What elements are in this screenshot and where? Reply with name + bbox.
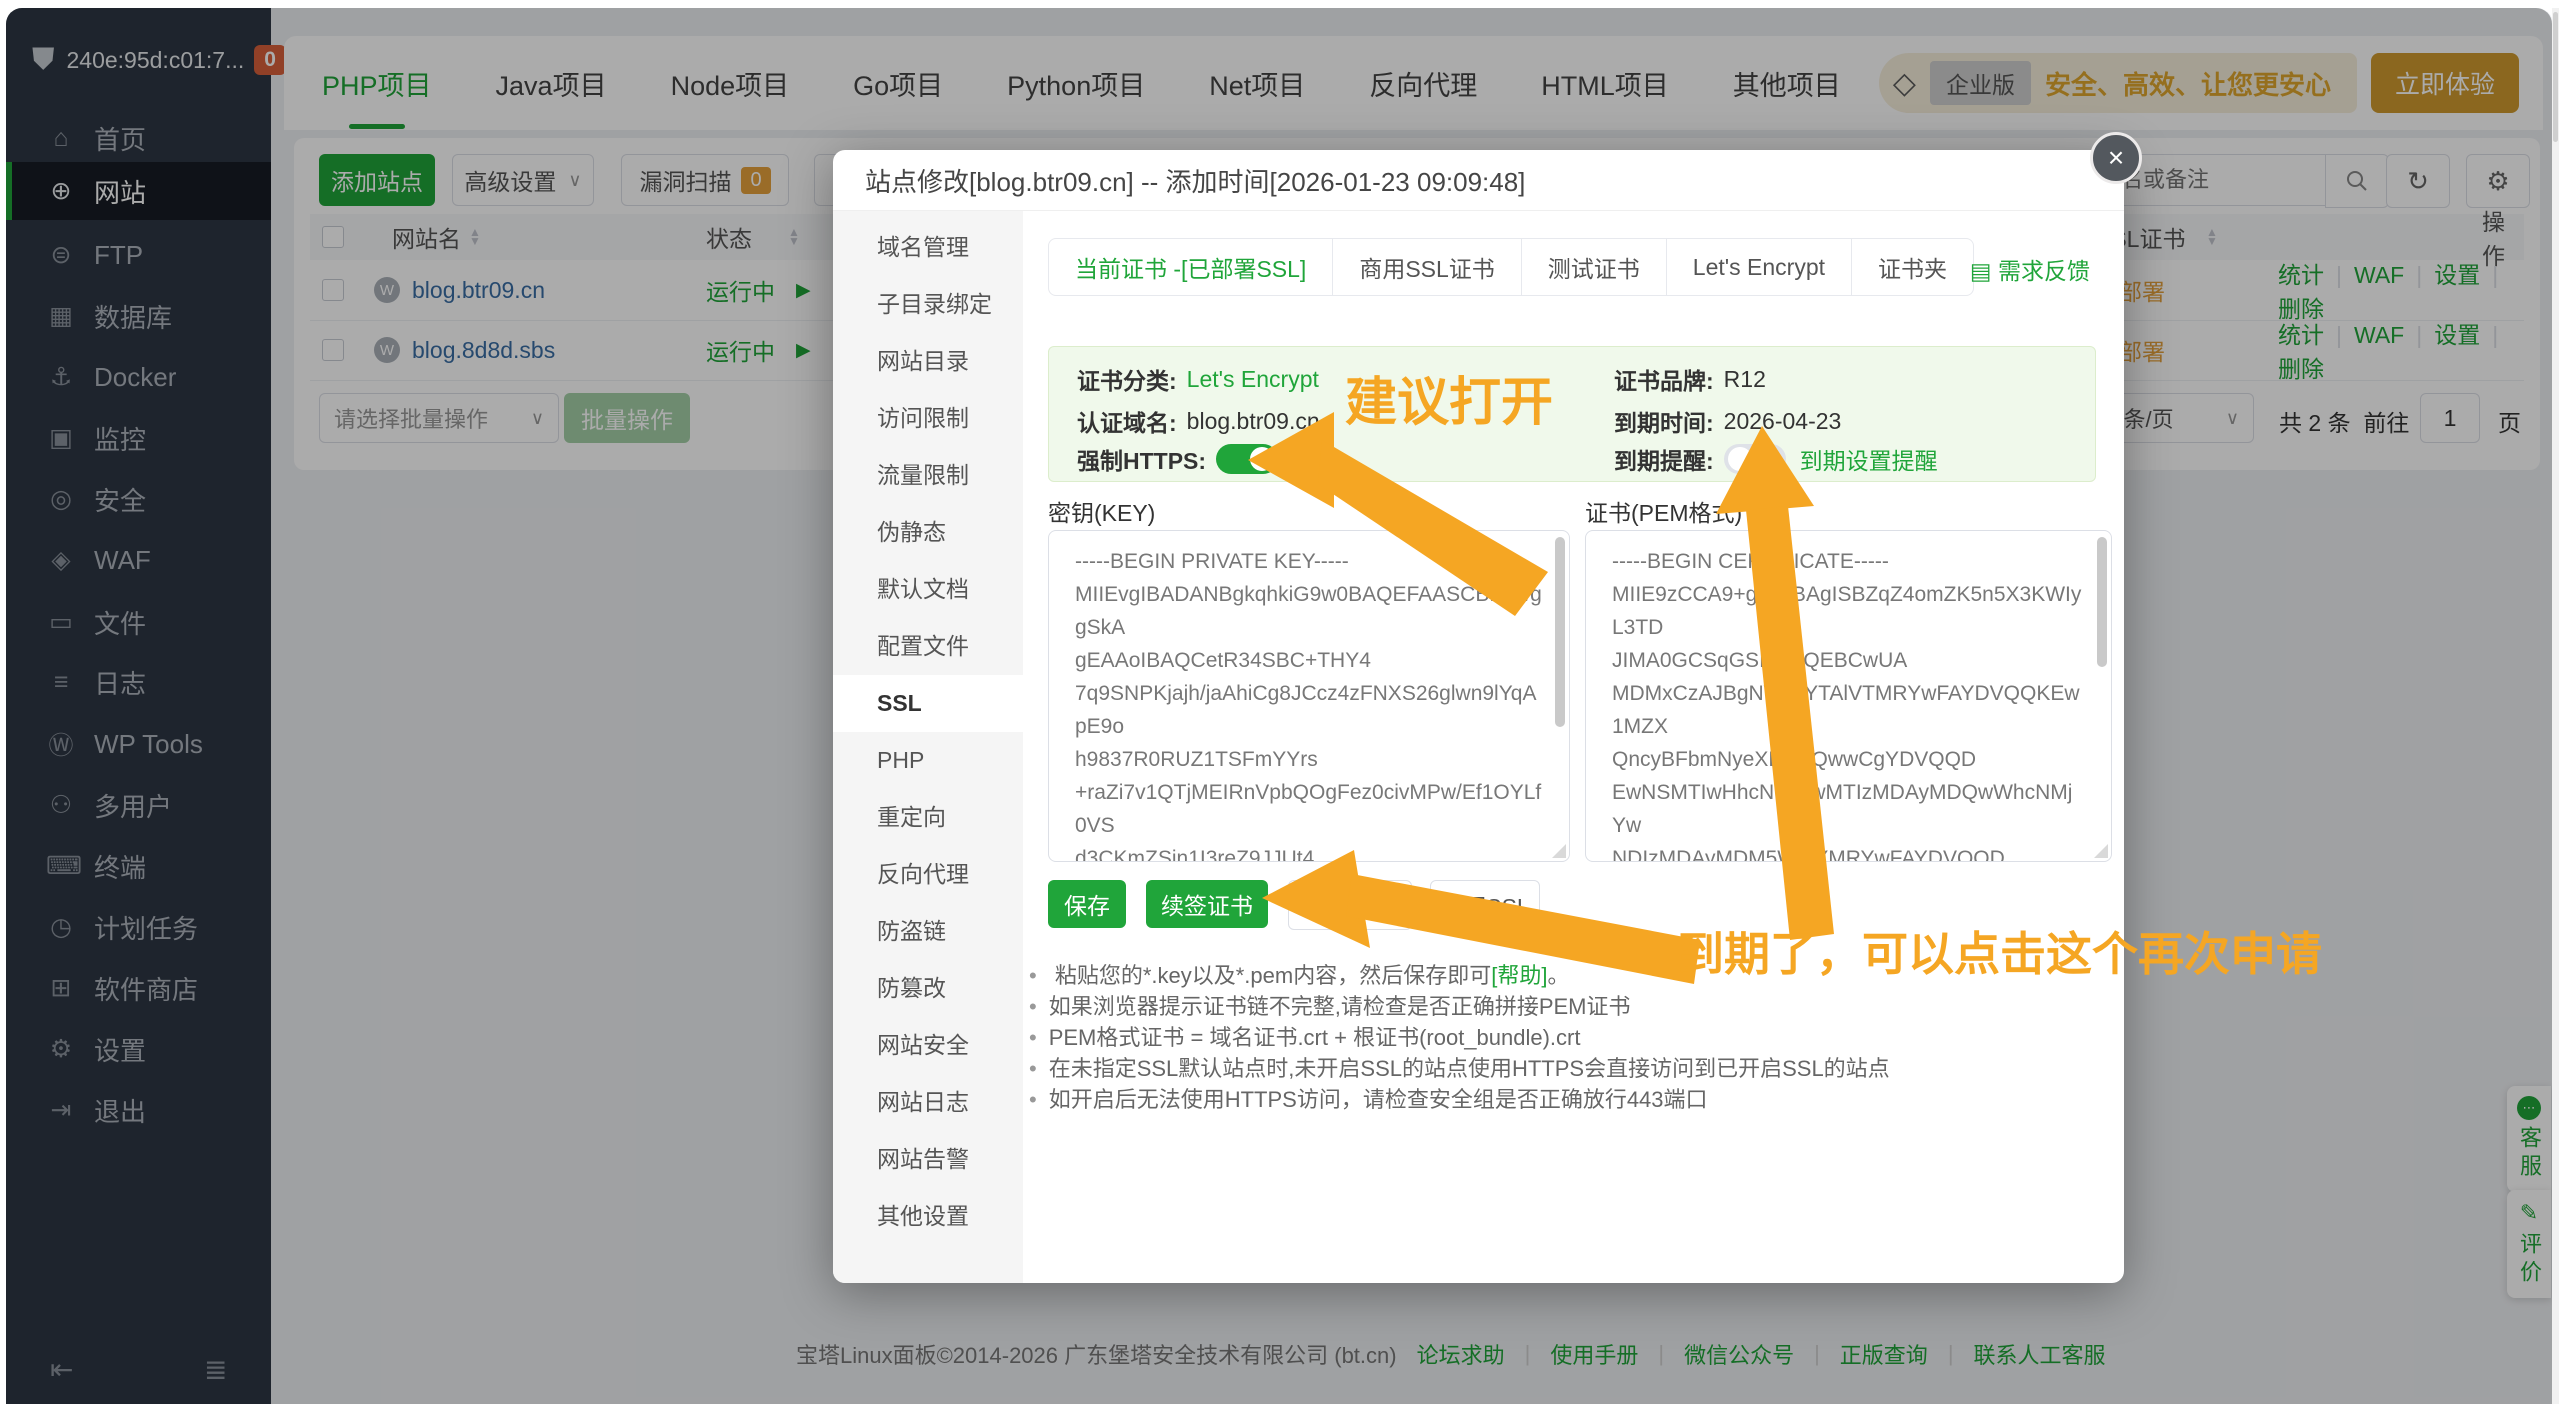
cert-category-label: 证书分类: <box>1077 362 1177 396</box>
modal-nav: 域名管理 子目录绑定 网站目录 访问限制 流量限制 伪静态 默认文档 配置文件 … <box>833 211 1023 1283</box>
modal-nav-default-doc[interactable]: 默认文档 <box>833 561 1023 618</box>
toggle-knob <box>1728 447 1752 471</box>
key-label: 密钥(KEY) <box>1048 494 1155 528</box>
uninstall-cert-button[interactable]: 卸载证书 <box>1288 880 1412 930</box>
toggle-knob <box>1250 447 1274 471</box>
modal-nav-tamper-proof[interactable]: 防篡改 <box>833 960 1023 1017</box>
modal-nav-domain[interactable]: 域名管理 <box>833 219 1023 276</box>
tip-paste-key: 粘贴您的*.key以及*.pem内容，然后保存即可[帮助]。 <box>1029 958 1569 990</box>
modal-nav-ssl[interactable]: SSL <box>833 675 1023 732</box>
resize-grip[interactable] <box>2094 844 2108 858</box>
renew-cert-button[interactable]: 续签证书 <box>1146 880 1268 928</box>
tab-current-cert[interactable]: 当前证书 -[已部署SSL] <box>1048 238 1333 296</box>
cert-expire-value: 2026-04-23 <box>1724 408 1842 435</box>
pem-textarea-wrap: -----BEGIN CERTIFICATE----- MIIE9zCCA9+g… <box>1585 530 2112 862</box>
pem-textarea[interactable]: -----BEGIN CERTIFICATE----- MIIE9zCCA9+g… <box>1586 531 2111 861</box>
modal-nav-config[interactable]: 配置文件 <box>833 618 1023 675</box>
textarea-scrollbar[interactable] <box>2097 537 2107 667</box>
help-link[interactable]: [帮助] <box>1491 963 1547 988</box>
modal-nav-redirect[interactable]: 重定向 <box>833 789 1023 846</box>
tip-default-site: 在未指定SSL默认站点时,未开启SSL的站点使用HTTPS会直接访问到已开启SS… <box>1029 1051 1890 1083</box>
cert-expire-row: 到期时间: 2026-04-23 <box>1614 405 1841 437</box>
expire-remind-toggle[interactable] <box>1724 444 1786 474</box>
key-textarea-wrap: -----BEGIN PRIVATE KEY----- MIIEvgIBADAN… <box>1048 530 1570 862</box>
modal-nav-rewrite[interactable]: 伪静态 <box>833 504 1023 561</box>
cert-brand-row: 证书品牌: R12 <box>1614 363 1766 395</box>
cert-brand-label: 证书品牌: <box>1614 362 1714 396</box>
cert-expire-label: 到期时间: <box>1614 404 1714 438</box>
tab-test-cert[interactable]: 测试证书 <box>1521 238 1667 296</box>
modal-nav-sitedir[interactable]: 网站目录 <box>833 333 1023 390</box>
resize-grip[interactable] <box>1552 844 1566 858</box>
cert-category-value: Let's Encrypt <box>1187 366 1319 393</box>
ssl-tab-bar: 当前证书 -[已部署SSL] 商用SSL证书 测试证书 Let's Encryp… <box>1048 238 1974 296</box>
screen: ⛊ 240e:95d:c01:7... 0 ⌂ 首页 ⊕ 网站 ⊜ FTP ▦ … <box>0 0 2559 1404</box>
expire-remind-link[interactable]: 到期设置提醒 <box>1800 442 1938 476</box>
feedback-label: 需求反馈 <box>1998 258 2090 284</box>
expire-remind-row: 到期提醒: 到期设置提醒 <box>1614 443 1938 475</box>
modal-title-bar: 站点修改[blog.btr09.cn] -- 添加时间[2026-01-23 0… <box>833 150 2124 211</box>
modal-nav-access-limit[interactable]: 访问限制 <box>833 390 1023 447</box>
cert-brand-value: R12 <box>1724 366 1766 393</box>
modal-nav-php[interactable]: PHP <box>833 732 1023 789</box>
tip-pem-format: PEM格式证书 = 域名证书.crt + 根证书(root_bundle).cr… <box>1029 1020 1581 1052</box>
tab-commercial-ssl[interactable]: 商用SSL证书 <box>1332 238 1521 296</box>
feedback-link[interactable]: ▤ 需求反馈 <box>1970 252 2090 286</box>
save-button[interactable]: 保存 <box>1048 880 1126 928</box>
cert-info-panel: 证书分类: Let's Encrypt 认证域名: blog.btr09.cn … <box>1048 346 2096 482</box>
feedback-icon: ▤ <box>1970 258 1992 284</box>
force-https-row: 强制HTTPS: <box>1077 443 1278 475</box>
tip-443-port: 如开启后无法使用HTTPS访问，请检查安全组是否正确放行443端口 <box>1029 1082 1708 1114</box>
close-ssl-button[interactable]: 关闭SSL <box>1430 880 1540 930</box>
tab-lets-encrypt[interactable]: Let's Encrypt <box>1666 238 1852 296</box>
pem-label: 证书(PEM格式) <box>1585 494 1742 528</box>
scrollbar-thumb[interactable] <box>2553 12 2558 142</box>
force-https-label: 强制HTTPS: <box>1077 442 1206 476</box>
modal-nav-site-logs[interactable]: 网站日志 <box>833 1074 1023 1131</box>
modal-nav-other[interactable]: 其他设置 <box>833 1188 1023 1245</box>
modal-nav-site-security[interactable]: 网站安全 <box>833 1017 1023 1074</box>
modal-nav-site-alert[interactable]: 网站告警 <box>833 1131 1023 1188</box>
modal-title: 站点修改[blog.btr09.cn] -- 添加时间[2026-01-23 0… <box>865 162 1525 199</box>
textarea-scrollbar[interactable] <box>1555 537 1565 727</box>
cert-domain-row: 认证域名: blog.btr09.cn <box>1077 405 1320 437</box>
modal-nav-subdir[interactable]: 子目录绑定 <box>833 276 1023 333</box>
cert-category-row: 证书分类: Let's Encrypt <box>1077 363 1319 395</box>
modal-nav-reverse-proxy[interactable]: 反向代理 <box>833 846 1023 903</box>
tab-cert-folder[interactable]: 证书夹 <box>1851 238 1974 296</box>
force-https-toggle[interactable] <box>1216 444 1278 474</box>
tip-chain: 如果浏览器提示证书链不完整,请检查是否正确拼接PEM证书 <box>1029 989 1631 1021</box>
site-edit-modal: × 站点修改[blog.btr09.cn] -- 添加时间[2026-01-23… <box>833 150 2124 1283</box>
key-textarea[interactable]: -----BEGIN PRIVATE KEY----- MIIEvgIBADAN… <box>1049 531 1569 861</box>
expire-remind-label: 到期提醒: <box>1614 442 1714 476</box>
modal-nav-hotlink[interactable]: 防盗链 <box>833 903 1023 960</box>
modal-nav-traffic-limit[interactable]: 流量限制 <box>833 447 1023 504</box>
cert-domain-value: blog.btr09.cn <box>1187 408 1320 435</box>
browser-scrollbar[interactable] <box>2552 8 2559 1404</box>
cert-domain-label: 认证域名: <box>1077 404 1177 438</box>
close-icon[interactable]: × <box>2090 132 2142 184</box>
